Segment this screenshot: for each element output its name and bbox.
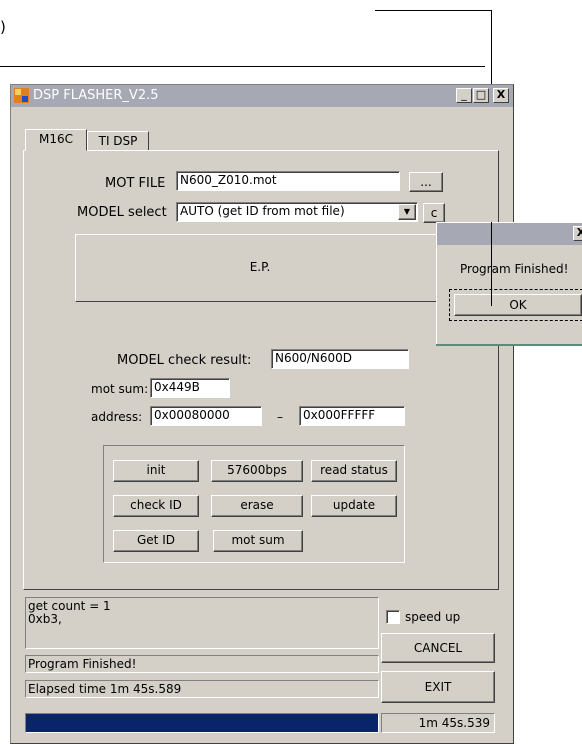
address-to-field[interactable]: 0x000FFFFF (299, 406, 405, 426)
ok-button[interactable]: OK (454, 294, 582, 316)
mot-sum-label: mot sum: (91, 382, 149, 396)
title-bar[interactable]: DSP FLASHER_V2.5 _ □ X (11, 85, 513, 107)
model-check-field[interactable]: N600/N600D (271, 349, 409, 369)
callout-line-over-dialog (491, 222, 492, 306)
speed-up-label: speed up (405, 610, 461, 624)
dialog-message: Program Finished! (460, 262, 569, 276)
minimize-button[interactable]: _ (456, 88, 472, 103)
cancel-button[interactable]: CANCEL (381, 633, 495, 663)
model-select[interactable]: AUTO (get ID from mot file) (176, 202, 418, 222)
mot-file-field[interactable]: N600_Z010.mot (176, 171, 400, 191)
close-button[interactable]: X (493, 88, 509, 103)
ep-text: E.P. (249, 260, 271, 274)
baud-rate-button[interactable]: 57600bps (211, 460, 303, 482)
update-button[interactable]: update (311, 495, 397, 517)
get-id-button[interactable]: Get ID (113, 530, 199, 552)
tab-ti-dsp[interactable]: TI DSP (87, 131, 149, 151)
app-icon (14, 88, 29, 103)
exit-button[interactable]: EXIT (381, 671, 495, 703)
program-finished-dialog: X Program Finished! OK (436, 222, 582, 344)
window-title: DSP FLASHER_V2.5 (33, 88, 159, 103)
dialog-close-button[interactable]: X (573, 226, 582, 241)
dialog-title-bar[interactable] (437, 223, 582, 245)
log-area: get count = 1 0xb3, (25, 597, 379, 649)
mot-file-label: MOT FILE (105, 176, 166, 191)
erase-button[interactable]: erase (211, 495, 303, 517)
mot-sum-field[interactable]: 0x449B (150, 378, 230, 398)
dropdown-arrow-icon[interactable]: ▼ (398, 204, 416, 220)
dialog-bottom-edge (436, 344, 582, 346)
log-line: get count = 1 (28, 599, 111, 613)
init-button[interactable]: init (113, 460, 199, 482)
callout-line-top (375, 10, 492, 11)
model-check-label: MODEL check result: (117, 353, 252, 368)
address-label: address: (91, 410, 143, 424)
address-dash: – (277, 410, 283, 424)
read-status-button[interactable]: read status (311, 460, 397, 482)
speed-up-checkbox[interactable] (386, 610, 400, 624)
time-box: 1m 45s.539 (381, 713, 495, 733)
elapsed-time-text: Elapsed time 1m 45s.589 (25, 680, 379, 698)
caption-fragment: ) (0, 18, 6, 36)
address-from-field[interactable]: 0x00080000 (150, 406, 262, 426)
status-message: Program Finished! (25, 655, 379, 673)
progress-bar (25, 713, 379, 733)
maximize-button[interactable]: □ (473, 88, 489, 103)
mot-sum-button[interactable]: mot sum (213, 530, 303, 552)
divider-line (0, 66, 485, 67)
dsp-flasher-window: DSP FLASHER_V2.5 _ □ X M16C TI DSP MOT F… (10, 84, 514, 744)
tab-m16c[interactable]: M16C (25, 129, 87, 151)
progress-fill (26, 714, 378, 732)
ep-panel: E.P. (75, 234, 445, 302)
check-id-button[interactable]: check ID (113, 495, 199, 517)
model-select-label: MODEL select (77, 205, 167, 220)
model-side-button[interactable]: c (423, 203, 445, 223)
browse-button[interactable]: ... (409, 172, 443, 192)
log-line: 0xb3, (28, 612, 62, 626)
